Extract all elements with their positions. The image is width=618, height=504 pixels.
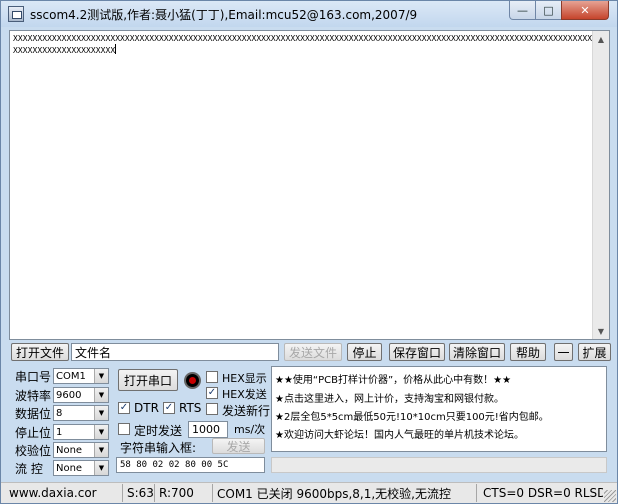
send-newline-label: 发送新行 xyxy=(222,404,271,418)
flow-label: 流 控 xyxy=(15,462,43,476)
port-status-light-icon xyxy=(184,372,201,389)
status-bar: www.daxia.cor S:63 R:700 COM1 已关闭 9600bp… xyxy=(1,482,617,503)
text-caret xyxy=(115,44,117,54)
rts-label: RTS xyxy=(179,401,202,415)
vertical-scrollbar[interactable]: ▲ ▼ xyxy=(592,31,609,339)
baud-select[interactable]: 9600 ▼ xyxy=(53,387,109,403)
status-received-count: R:700 xyxy=(155,484,213,502)
parity-value: None xyxy=(56,444,83,456)
receive-text: XXXXXXXXXXXXXXXXXXXXXXXXXXXXXXXXXXXXXXXX… xyxy=(13,33,593,56)
databits-value: 8 xyxy=(56,407,63,419)
receive-textarea[interactable]: XXXXXXXXXXXXXXXXXXXXXXXXXXXXXXXXXXXXXXXX… xyxy=(9,30,610,340)
chevron-down-icon[interactable]: ▼ xyxy=(94,388,108,402)
expand-button[interactable]: 扩展 xyxy=(578,343,611,361)
file-name-field[interactable]: 文件名 xyxy=(71,343,279,361)
baud-value: 9600 xyxy=(56,389,82,401)
ad-line[interactable]: ★欢迎访问大虾论坛！国内人气最旺的单片机技术论坛。 xyxy=(275,426,524,441)
stopbits-value: 1 xyxy=(56,426,63,438)
receive-content: XXXXXXXXXXXXXXXXXXXXXXXXXXXXXXXXXXXXXXXX… xyxy=(13,34,593,55)
send-data-input[interactable]: 58 80 02 02 80 00 5C xyxy=(116,457,265,473)
open-file-button[interactable]: 打开文件 xyxy=(11,343,69,361)
collapse-button[interactable]: 一 xyxy=(554,343,573,361)
send-button[interactable]: 发送 xyxy=(212,438,265,454)
ad-panel: ★★使用“PCB打样计价器”，价格从此心中有数！★★ ★点击这里进入，网上计价，… xyxy=(271,366,607,452)
hex-send-label: HEX发送 xyxy=(222,388,267,401)
open-port-button[interactable]: 打开串口 xyxy=(118,369,178,391)
baud-label: 波特率 xyxy=(15,389,52,403)
interval-input[interactable]: 1000 xyxy=(188,421,228,438)
clear-window-button[interactable]: 清除窗口 xyxy=(449,343,505,361)
minimize-button[interactable]: — xyxy=(509,1,536,20)
app-icon xyxy=(8,6,24,22)
status-port-state: COM1 已关闭 9600bps,8,1,无校验,无流控 xyxy=(213,484,477,502)
port-label: 串口号 xyxy=(15,370,52,384)
string-input-label: 字符串输入框: xyxy=(120,441,197,455)
stop-button[interactable]: 停止 xyxy=(347,343,382,361)
ad-line[interactable]: ★点击这里进入，网上计价，支持淘宝和网银付款。 xyxy=(275,390,504,405)
app-window: sscom4.2测试版,作者:聂小猛(丁丁),Email:mcu52@163.c… xyxy=(0,0,618,504)
window-title: sscom4.2测试版,作者:聂小猛(丁丁),Email:mcu52@163.c… xyxy=(30,8,418,22)
chevron-down-icon[interactable]: ▼ xyxy=(94,461,108,475)
hex-send-checkbox[interactable]: ✓ xyxy=(206,387,218,399)
ad-line[interactable]: ★★使用“PCB打样计价器”，价格从此心中有数！★★ xyxy=(275,371,511,386)
stopbits-select[interactable]: 1 ▼ xyxy=(53,424,109,440)
send-newline-checkbox[interactable] xyxy=(206,403,218,415)
status-site[interactable]: www.daxia.cor xyxy=(5,484,123,502)
ad-line[interactable]: ★2层全包5*5cm最低50元!10*10cm只要100元!省内包邮。 xyxy=(275,408,549,423)
flow-value: None xyxy=(56,462,83,474)
timed-send-checkbox[interactable] xyxy=(118,423,130,435)
port-value: COM1 xyxy=(56,370,86,382)
hex-display-checkbox[interactable] xyxy=(206,371,218,383)
parity-select[interactable]: None ▼ xyxy=(53,442,109,458)
chevron-down-icon[interactable]: ▼ xyxy=(94,425,108,439)
scroll-up-icon[interactable]: ▲ xyxy=(593,31,609,47)
send-file-button[interactable]: 发送文件 xyxy=(284,343,342,361)
close-button[interactable]: ✕ xyxy=(561,1,609,20)
status-sent-count: S:63 xyxy=(123,484,155,502)
title-bar: sscom4.2测试版,作者:聂小猛(丁丁),Email:mcu52@163.c… xyxy=(1,1,617,27)
timed-send-label: 定时发送 xyxy=(134,424,183,438)
parity-label: 校验位 xyxy=(15,444,52,458)
save-window-button[interactable]: 保存窗口 xyxy=(389,343,445,361)
status-lines: CTS=0 DSR=0 RLSD xyxy=(483,486,603,500)
rts-checkbox[interactable]: ✓ xyxy=(163,402,175,414)
hex-display-label: HEX显示 xyxy=(222,372,267,385)
dtr-label: DTR xyxy=(134,401,159,415)
dtr-checkbox[interactable]: ✓ xyxy=(118,402,130,414)
chevron-down-icon[interactable]: ▼ xyxy=(94,443,108,457)
databits-select[interactable]: 8 ▼ xyxy=(53,405,109,421)
chevron-down-icon[interactable]: ▼ xyxy=(94,369,108,383)
flow-select[interactable]: None ▼ xyxy=(53,460,109,476)
chevron-down-icon[interactable]: ▼ xyxy=(94,406,108,420)
maximize-button[interactable]: □ xyxy=(535,1,562,20)
horizontal-scrollbar[interactable] xyxy=(271,457,607,473)
resize-grip-icon[interactable] xyxy=(604,490,616,502)
scroll-down-icon[interactable]: ▼ xyxy=(593,323,609,339)
help-button[interactable]: 帮助 xyxy=(510,343,546,361)
port-select[interactable]: COM1 ▼ xyxy=(53,368,109,384)
interval-unit-label: ms/次 xyxy=(234,423,266,436)
databits-label: 数据位 xyxy=(15,407,52,421)
stopbits-label: 停止位 xyxy=(15,426,52,440)
